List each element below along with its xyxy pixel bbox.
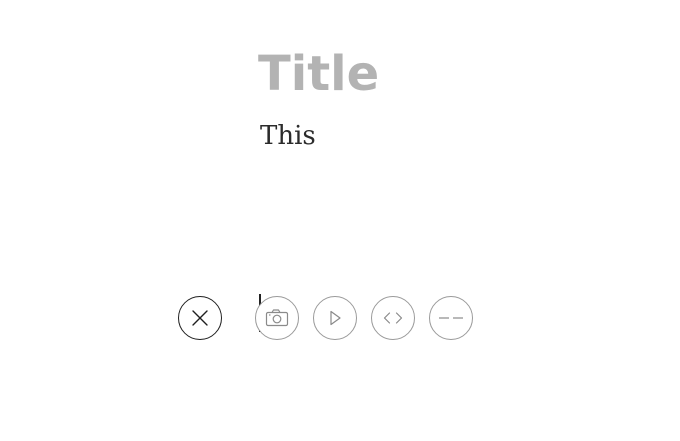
title-placeholder[interactable]: Title [258,44,379,104]
editor: Title This [0,0,680,441]
insert-divider-button[interactable] [429,296,473,340]
insert-image-button[interactable] [255,296,299,340]
body-text[interactable]: This [260,118,316,154]
camera-icon [265,308,289,328]
close-icon [191,309,209,327]
insert-video-button[interactable] [313,296,357,340]
insert-embed-button[interactable] [371,296,415,340]
close-toolbar-button[interactable] [178,296,222,340]
divider-icon [438,315,464,321]
play-icon [327,309,343,327]
code-icon [381,309,405,327]
